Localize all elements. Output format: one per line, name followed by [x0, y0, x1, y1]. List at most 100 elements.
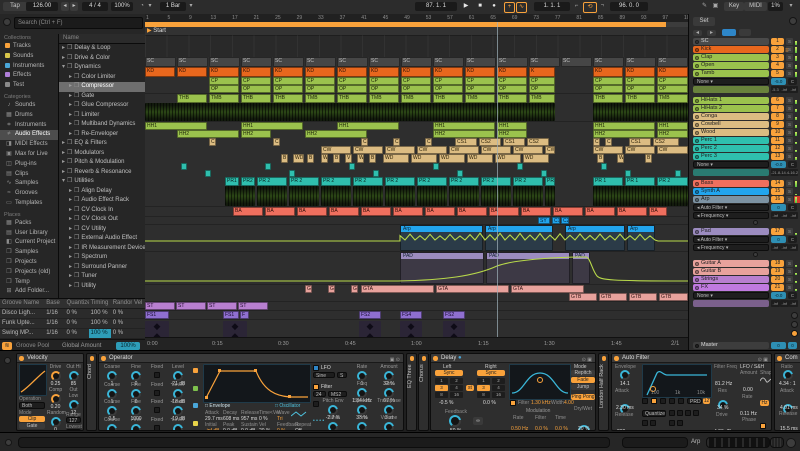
- clip[interactable]: KD: [209, 67, 239, 77]
- clip[interactable]: CW: [513, 146, 543, 154]
- clip[interactable]: ST: [207, 302, 237, 310]
- dry-wet-value[interactable]: 20 %: [578, 426, 589, 431]
- envelope-display[interactable]: [203, 364, 311, 403]
- collection-item-instruments[interactable]: Instruments: [0, 62, 58, 72]
- left-div-16[interactable]: 16: [450, 392, 463, 398]
- clip[interactable]: WD: [383, 154, 409, 163]
- overview-menu-icon[interactable]: ≡: [785, 48, 793, 56]
- clip[interactable]: C: [273, 138, 280, 146]
- clip[interactable]: OP: [593, 85, 623, 93]
- mod-filter-value[interactable]: 0.0 %: [535, 426, 548, 431]
- clip[interactable]: SC: [561, 57, 592, 67]
- clip[interactable]: F: [240, 311, 249, 319]
- groove-cell[interactable]: Funk Upte...: [0, 319, 44, 328]
- width-value[interactable]: 4.00: [564, 400, 574, 406]
- clip[interactable]: GTB: [659, 293, 688, 301]
- clip[interactable]: ST: [176, 302, 206, 310]
- solo-button[interactable]: S: [786, 97, 793, 104]
- metronome-dropdown-icon[interactable]: ▾: [147, 2, 153, 11]
- clip[interactable]: [205, 170, 211, 177]
- clip[interactable]: THB: [337, 94, 367, 103]
- clip[interactable]: SC: [529, 57, 560, 67]
- track-number[interactable]: 3: [771, 54, 784, 61]
- group-color-strip[interactable]: [693, 300, 769, 307]
- clip[interactable]: CW: [449, 146, 479, 154]
- clip[interactable]: B: [597, 154, 604, 163]
- clip[interactable]: THB: [241, 94, 271, 103]
- velocity-curve-display[interactable]: [19, 364, 47, 396]
- sc-toggle-4[interactable]: [677, 420, 683, 426]
- track-lane-guitar-b[interactable]: GTBGTBGTBGTB: [145, 293, 688, 302]
- groove-cell[interactable]: 0 %: [111, 329, 132, 338]
- clip[interactable]: PR 2: [385, 177, 415, 186]
- category-item-drums[interactable]: ▦Drums: [0, 111, 58, 121]
- clip[interactable]: [349, 163, 355, 170]
- slope-button[interactable]: 12: [703, 398, 710, 404]
- lfo-hz-button[interactable]: Hz: [760, 400, 769, 406]
- follow-icon[interactable]: ▣: [711, 2, 720, 11]
- clip[interactable]: SC: [273, 57, 304, 67]
- start-locator-icon[interactable]: ▶: [147, 28, 152, 34]
- track-play-icon[interactable]: [695, 115, 699, 119]
- solo-button[interactable]: S: [786, 196, 793, 203]
- volume-value[interactable]: -0.0: [771, 161, 786, 168]
- quantize-beat-1[interactable]: [669, 410, 675, 416]
- clip[interactable]: G: [328, 285, 335, 293]
- clip[interactable]: OP: [625, 85, 655, 93]
- clip[interactable]: C1: [552, 217, 560, 224]
- loop-start-field[interactable]: 1. 1. 1: [534, 2, 570, 11]
- clip[interactable]: CP: [305, 77, 335, 85]
- clip[interactable]: KD: [369, 67, 399, 77]
- track-name-pill[interactable]: FX: [693, 284, 769, 291]
- device-chooser-row[interactable]: ◂ Auto Filter ▾0C: [689, 204, 800, 211]
- operator-title[interactable]: Operator▣ ⊙: [99, 354, 403, 363]
- clip[interactable]: [601, 163, 607, 170]
- track-name-pill[interactable]: Strings: [693, 276, 769, 283]
- clip[interactable]: GTB: [599, 293, 627, 301]
- groove-cell[interactable]: 100 %: [89, 329, 111, 338]
- comp-knob[interactable]: Comp0.20: [47, 387, 64, 410]
- mode-repitch-button[interactable]: Repitch: [571, 370, 595, 376]
- filter-on-toggle[interactable]: [313, 384, 319, 390]
- clip[interactable]: [265, 163, 271, 170]
- send-value[interactable]: -5.3: [771, 86, 780, 93]
- track-header-conga[interactable]: Conga8S: [689, 113, 800, 120]
- clip[interactable]: W: [617, 154, 624, 163]
- clip[interactable]: C: [209, 138, 216, 146]
- clip[interactable]: ST: [238, 302, 268, 310]
- show-sends-toggle[interactable]: [791, 312, 798, 319]
- clip[interactable]: [457, 170, 463, 177]
- peak-value[interactable]: 0.0 dB: [223, 428, 237, 431]
- tree-item-modulators[interactable]: ▸❒Modulators: [59, 149, 146, 159]
- midi-map-button[interactable]: MIDI: [744, 2, 767, 11]
- lfo-shape-select[interactable]: Sine: [313, 372, 335, 378]
- send-value[interactable]: -inf: [780, 86, 789, 93]
- track-header-hihats-1[interactable]: HiHats 16S: [689, 97, 800, 104]
- tree-item-cv-clock-in[interactable]: ▸❒CV Clock In: [59, 206, 146, 216]
- track-name-pill[interactable]: Perc 1: [693, 137, 769, 144]
- audio-clip-waveform[interactable]: [257, 186, 287, 206]
- clip[interactable]: KD: [337, 67, 367, 77]
- automation-arm-button[interactable]: ∿: [516, 2, 527, 13]
- circuit-select[interactable]: PRD: [687, 398, 702, 404]
- osc-4-fixed-toggle[interactable]: Fixed: [149, 417, 165, 432]
- audio-clip-waveform[interactable]: [225, 186, 255, 206]
- clip[interactable]: CP: [337, 77, 367, 85]
- track-number[interactable]: 1: [771, 38, 784, 45]
- track-play-icon[interactable]: [695, 270, 699, 274]
- osc-4-fine-knob[interactable]: Fine1000: [125, 417, 147, 432]
- audio-clip-waveform[interactable]: [593, 103, 688, 121]
- loop-button[interactable]: ⟲: [583, 2, 597, 13]
- clip[interactable]: CS1: [455, 138, 477, 146]
- clip[interactable]: OP: [529, 85, 555, 93]
- link-button[interactable]: st: [466, 385, 474, 391]
- track-header-synth-a[interactable]: Synth A15S: [689, 188, 800, 195]
- track-number[interactable]: 16: [771, 196, 784, 203]
- device-on-icon[interactable]: [19, 356, 24, 361]
- filter-display[interactable]: 100 1k 10k: [642, 364, 712, 398]
- track-number[interactable]: 11: [771, 137, 784, 144]
- audio-clip-waveform[interactable]: [385, 186, 415, 206]
- solo-button[interactable]: S: [786, 70, 793, 77]
- clip[interactable]: [433, 163, 439, 170]
- groove-cell[interactable]: 0 %: [65, 319, 89, 328]
